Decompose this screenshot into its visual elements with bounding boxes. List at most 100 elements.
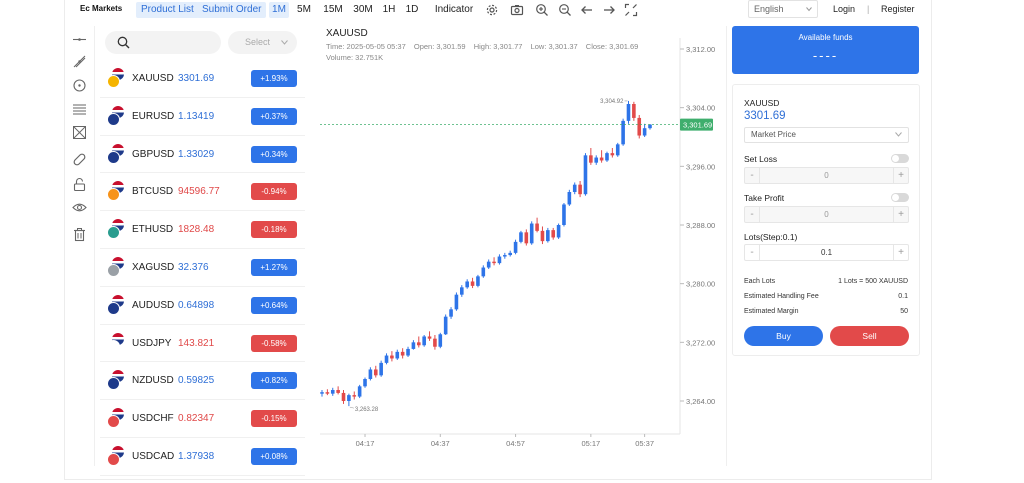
product-row[interactable]: EURUSD 1.13419 +0.37% [100, 98, 305, 136]
candle-body [336, 390, 340, 393]
lots-decrement-button[interactable]: - [745, 245, 760, 260]
candle-body [583, 155, 588, 195]
timeframe-1m[interactable]: 1M [269, 2, 289, 18]
product-row[interactable]: ETHUSD 1828.48 -0.18% [100, 211, 305, 249]
candle-body [395, 351, 400, 359]
order-type-select[interactable]: Market Price [744, 127, 909, 143]
take-profit-value[interactable]: 0 [761, 207, 892, 222]
drawing-toolbar [64, 30, 94, 250]
product-row[interactable]: USDCHF 0.82347 -0.15% [100, 400, 305, 438]
sell-button[interactable]: Sell [830, 326, 909, 346]
take-profit-toggle[interactable] [891, 193, 909, 202]
product-change-badge: -0.15% [251, 410, 297, 428]
product-change-badge: -0.18% [251, 221, 297, 239]
product-price: 0.64898 [178, 299, 215, 311]
trend-line-icon[interactable] [72, 54, 87, 69]
base-currency-flag-icon [107, 301, 120, 315]
product-row[interactable]: USDCAD 1.37938 +0.08% [100, 438, 305, 476]
fibonacci-icon[interactable] [72, 102, 87, 117]
product-row[interactable]: XAGUSD 32.376 +1.27% [100, 249, 305, 287]
candle-body [320, 392, 324, 394]
timeframe-5m[interactable]: 5M [295, 2, 313, 18]
horizontal-line-icon[interactable] [72, 32, 87, 47]
set-loss-decrement-button[interactable]: - [745, 168, 760, 183]
base-currency-flag-icon [107, 415, 120, 429]
candle-body [427, 336, 432, 339]
symbol-filter-placeholder: Select [245, 37, 271, 47]
camera-icon[interactable] [510, 3, 524, 17]
candle-body [460, 287, 464, 295]
fullscreen-icon[interactable] [624, 3, 638, 17]
set-loss-stepper[interactable]: - 0 + [744, 167, 909, 184]
lock-icon[interactable] [72, 177, 87, 192]
time-tick-label: 05:17 [581, 439, 600, 448]
last-price-label: 3,301.69 [683, 121, 712, 130]
product-row[interactable]: XAUUSD 3301.69 +1.93% [100, 60, 305, 98]
lots-stepper[interactable]: - 0.1 + [744, 244, 909, 261]
product-row[interactable]: BTCUSD 94596.77 -0.94% [100, 173, 305, 212]
product-row[interactable]: NZDUSD 0.59825 +0.82% [100, 362, 305, 401]
symbol-filter-select[interactable]: Select [228, 31, 297, 54]
take-profit-label: Take Profit [744, 193, 785, 203]
set-loss-label: Set Loss [744, 154, 778, 164]
circle-tool-icon[interactable] [72, 78, 87, 93]
product-symbol: USDCAD [132, 450, 175, 462]
product-row[interactable]: GBPUSD 1.33029 +0.34% [100, 136, 305, 174]
language-select[interactable]: English [748, 0, 818, 18]
toolbar-divider [94, 26, 95, 466]
candle-body [578, 184, 582, 195]
trash-icon[interactable] [72, 227, 87, 242]
settings-gear-icon[interactable] [485, 3, 499, 17]
chevron-down-icon [806, 7, 812, 12]
price-tick-label: 3,280.00 [686, 280, 715, 289]
each-lots-label: Each Lots [744, 278, 776, 285]
candlestick-chart[interactable]: 3,312.00 3,304.00 3,296.00 3,288.00 3,280.00… [318, 24, 718, 454]
candle-body [363, 379, 367, 387]
timeframe-15m[interactable]: 15M [321, 2, 345, 18]
search-input[interactable] [135, 34, 215, 51]
take-profit-increment-button[interactable]: + [893, 207, 908, 222]
base-currency-flag-icon [107, 263, 120, 277]
candle-body [632, 104, 636, 118]
lots-value[interactable]: 0.1 [761, 245, 892, 260]
lots-increment-button[interactable]: + [893, 245, 908, 260]
timeframe-1h[interactable]: 1H [381, 2, 397, 18]
available-funds-card: Available funds ---- [732, 26, 919, 74]
register-link[interactable]: Register [881, 4, 915, 14]
candle-body [513, 241, 518, 253]
set-loss-toggle[interactable] [891, 154, 909, 163]
set-loss-increment-button[interactable]: + [893, 168, 908, 183]
timeframe-30m[interactable]: 30M [351, 2, 375, 18]
arrow-right-icon[interactable] [602, 3, 616, 17]
lots-label: Lots(Step:0.1) [744, 232, 798, 242]
zoom-out-icon[interactable] [558, 3, 572, 17]
submit-order-button[interactable]: Submit Order [197, 2, 267, 18]
product-row[interactable]: AUDUSD 0.64898 +0.64% [100, 287, 305, 325]
handling-fee-label: Estimated Handling Fee [744, 293, 819, 300]
timeframe-1d[interactable]: 1D [404, 2, 420, 18]
pattern-tool-icon[interactable] [72, 125, 87, 140]
price-tick-label: 3,312.00 [686, 45, 715, 54]
buy-button[interactable]: Buy [744, 326, 823, 346]
product-price: 94596.77 [178, 186, 220, 198]
price-tick-label: 3,288.00 [686, 221, 715, 230]
set-loss-value[interactable]: 0 [761, 168, 892, 183]
product-symbol: GBPUSD [132, 148, 175, 160]
candle-body [605, 153, 609, 161]
product-symbol: AUDUSD [132, 299, 175, 311]
arrow-left-icon[interactable] [580, 3, 594, 17]
base-currency-flag-icon [107, 452, 120, 466]
product-symbol: BTCUSD [132, 186, 174, 198]
search-box[interactable] [105, 31, 221, 54]
product-row[interactable]: USDJPY 143.821 -0.58% [100, 325, 305, 363]
login-link[interactable]: Login [833, 4, 855, 14]
magnet-icon[interactable] [72, 152, 87, 167]
indicator-button[interactable]: Indicator [434, 2, 474, 18]
zoom-in-icon[interactable] [535, 3, 549, 17]
product-list-button[interactable]: Product List [136, 2, 199, 18]
take-profit-stepper[interactable]: - 0 + [744, 206, 909, 223]
eye-icon[interactable] [72, 200, 87, 215]
take-profit-decrement-button[interactable]: - [745, 207, 760, 222]
order-price: 3301.69 [744, 110, 786, 122]
candle-body [551, 230, 556, 238]
